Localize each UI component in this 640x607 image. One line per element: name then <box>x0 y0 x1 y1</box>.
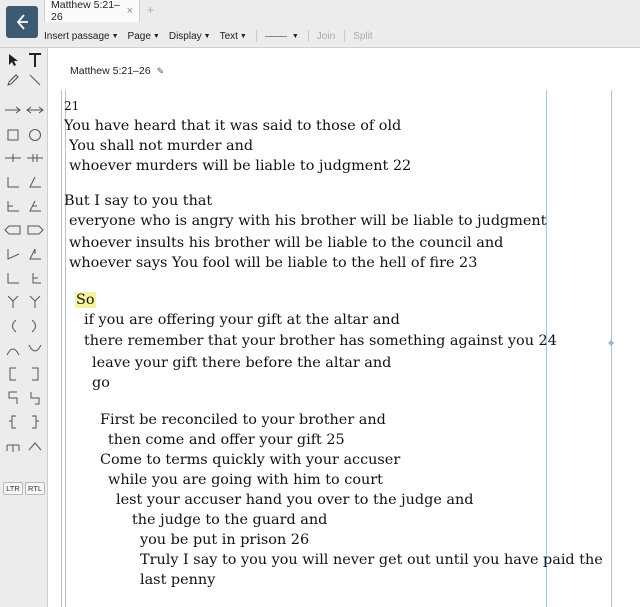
text-line[interactable]: First be reconciled to your brother and <box>100 410 386 430</box>
slant-corner-tool-icon[interactable] <box>24 172 46 192</box>
text-line[interactable]: while you are going with him to court <box>108 470 383 490</box>
text-tool-icon[interactable] <box>24 50 46 70</box>
insert-passage-label: Insert passage <box>44 30 110 42</box>
text-line[interactable]: then come and offer your gift 25 <box>108 430 345 450</box>
pointer-tool-icon[interactable] <box>2 50 24 70</box>
passage-reference-label: Matthew 5:21–26 <box>70 65 151 77</box>
text-line[interactable]: But I say to you that <box>64 191 212 211</box>
insert-passage-menu[interactable]: Insert passage ▼ <box>44 31 119 42</box>
left-brace-tool-icon[interactable] <box>2 412 24 432</box>
text-line[interactable]: Truly I say to you you will never get ou… <box>140 550 603 570</box>
corner-tool-icon[interactable] <box>2 172 24 192</box>
close-icon[interactable]: × <box>127 5 133 17</box>
left-paren-tool-icon[interactable] <box>2 316 24 336</box>
caret-down-icon: ▼ <box>203 32 211 40</box>
double-arrow-tool-icon[interactable] <box>24 100 46 120</box>
app-logo-icon[interactable] <box>6 6 38 38</box>
arrow-tool-icon[interactable] <box>2 100 24 120</box>
double-cross-tool-icon[interactable] <box>24 148 46 168</box>
caret-down-icon: ▼ <box>239 32 247 40</box>
text-line[interactable]: if you are offering your gift at the alt… <box>84 310 400 330</box>
circle-tool-icon[interactable] <box>24 125 46 145</box>
text-line[interactable]: You shall not murder and <box>69 136 253 156</box>
caret-down-icon: ▼ <box>291 32 299 40</box>
chevron-up-tool-icon[interactable] <box>24 436 46 456</box>
cross-line-tool-icon[interactable] <box>2 148 24 168</box>
left-bracket-tool-icon[interactable] <box>2 364 24 384</box>
join-button[interactable]: Join <box>317 31 335 42</box>
text-line-highlighted[interactable]: So <box>75 290 96 310</box>
toolbar-divider <box>255 30 257 42</box>
arc-down-tool-icon[interactable] <box>24 340 46 360</box>
text-line[interactable]: last penny <box>140 570 215 590</box>
pencil-tool-icon[interactable] <box>2 70 24 90</box>
rectangle-tool-icon[interactable] <box>2 125 24 145</box>
caret-down-icon: ▼ <box>111 32 119 40</box>
slant-bracket-tool-icon[interactable] <box>24 196 46 216</box>
page-menu[interactable]: Page ▼ <box>128 31 160 42</box>
right-bracket-tool-icon[interactable] <box>24 364 46 384</box>
step-tool-icon[interactable] <box>2 268 24 288</box>
text-line[interactable]: the judge to the guard and <box>132 510 327 530</box>
edit-icon[interactable]: ✎ <box>157 66 165 77</box>
arc-up-tool-icon[interactable] <box>2 340 24 360</box>
tag-right-tool-icon[interactable] <box>24 220 46 240</box>
document-canvas[interactable]: Matthew 5:21–26 ✎ ◆ 21 You have heard th… <box>49 48 640 607</box>
tag-left-tool-icon[interactable] <box>2 220 24 240</box>
zigzag-left-tool-icon[interactable] <box>2 388 24 408</box>
text-line[interactable]: you be put in prison 26 <box>140 530 309 550</box>
line-style-menu[interactable]: ▼ <box>264 32 299 40</box>
text-menu[interactable]: Text ▼ <box>220 31 247 42</box>
zigzag-right-tool-icon[interactable] <box>24 388 46 408</box>
tab-label: Matthew 5:21–26 <box>51 0 120 23</box>
highlighted-word[interactable]: So <box>75 292 96 308</box>
display-menu[interactable]: Display ▼ <box>169 31 211 42</box>
right-paren-tool-icon[interactable] <box>24 316 46 336</box>
text-line[interactable]: there remember that your brother has som… <box>84 331 557 351</box>
caret-down-icon: ▼ <box>152 32 160 40</box>
text-label: Text <box>219 30 238 42</box>
line-style-icon <box>264 35 287 37</box>
y-fork-tool-icon[interactable] <box>24 292 46 312</box>
text-line[interactable]: go <box>92 373 110 393</box>
fork-tool-icon[interactable] <box>2 292 24 312</box>
ltr-button[interactable]: LTR <box>3 482 23 495</box>
text-line[interactable]: Come to terms quickly with your accuser <box>100 450 400 470</box>
text-line[interactable]: whoever insults his brother will be liab… <box>69 233 503 253</box>
toolbar: Insert passage ▼ Page ▼ Display ▼ Text ▼ ▼ J… <box>44 26 382 46</box>
text-line[interactable]: You have heard that it was said to those… <box>64 116 401 136</box>
left-margin-guide <box>61 90 62 607</box>
step-branch-tool-icon[interactable] <box>24 268 46 288</box>
tee-tool-icon[interactable] <box>2 436 24 456</box>
tool-palette: LTR RTL <box>0 48 48 607</box>
angle-tool-icon[interactable] <box>2 244 24 264</box>
text-line[interactable]: whoever says You fool will be liable to … <box>69 253 477 273</box>
guide-handle-icon[interactable]: ◆ <box>608 338 614 347</box>
text-line[interactable]: whoever murders will be liable to judgme… <box>69 156 411 176</box>
page-label: Page <box>127 30 151 42</box>
right-brace-tool-icon[interactable] <box>24 412 46 432</box>
top-bar: Matthew 5:21–26 × + Insert passage ▼ Page… <box>0 0 640 48</box>
display-label: Display <box>168 30 202 42</box>
toolbar-divider <box>307 30 309 42</box>
new-tab-icon[interactable]: + <box>147 3 154 17</box>
rtl-button[interactable]: RTL <box>25 482 45 495</box>
tab-passage[interactable]: Matthew 5:21–26 × <box>44 0 140 23</box>
text-line[interactable]: everyone who is angry with his brother w… <box>69 211 546 231</box>
passage-reference[interactable]: Matthew 5:21–26 ✎ <box>70 65 164 77</box>
right-margin-guide <box>611 90 612 607</box>
line-tool-icon[interactable] <box>24 70 46 90</box>
text-line[interactable]: lest your accuser hand you over to the j… <box>116 490 473 510</box>
slant-angle-tool-icon[interactable] <box>24 244 46 264</box>
bracket-tool-icon[interactable] <box>2 196 24 216</box>
left-margin-guide-inner <box>65 90 66 607</box>
text-line[interactable]: leave your gift there before the altar a… <box>92 353 391 373</box>
verse-number: 21 <box>64 99 80 113</box>
split-button[interactable]: Split <box>353 31 372 42</box>
toolbar-divider <box>344 30 346 42</box>
